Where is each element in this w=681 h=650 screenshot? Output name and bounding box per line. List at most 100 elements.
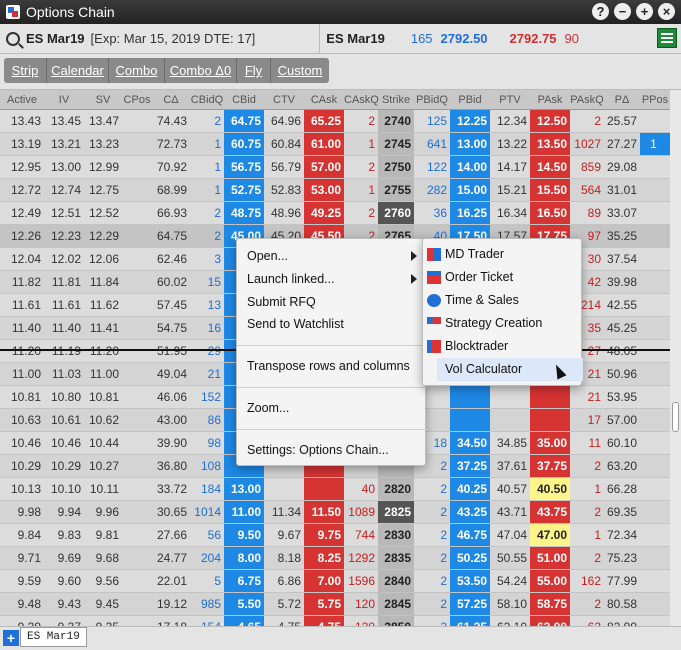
table-cell[interactable]: 60.10 [604, 432, 640, 454]
close-icon[interactable]: × [658, 3, 675, 20]
table-cell[interactable]: 2 [344, 110, 378, 132]
table-cell[interactable]: 72.73 [152, 133, 190, 155]
table-cell[interactable]: 37.54 [604, 248, 640, 270]
table-cell[interactable]: 33.07 [604, 202, 640, 224]
table-cell[interactable]: 12.29 [84, 225, 122, 247]
table-cell[interactable]: 51.00 [530, 547, 570, 569]
table-cell[interactable] [640, 501, 670, 523]
table-cell[interactable] [490, 386, 530, 408]
table-cell[interactable]: 8.18 [264, 547, 304, 569]
table-cell[interactable]: 46.75 [450, 524, 490, 546]
table-cell[interactable]: 5 [190, 570, 224, 592]
table-cell[interactable] [450, 409, 490, 431]
table-cell[interactable]: 10.29 [44, 455, 84, 477]
table-cell[interactable]: 13.00 [44, 156, 84, 178]
table-cell[interactable]: 13.21 [44, 133, 84, 155]
column-header-1[interactable]: IV [44, 90, 84, 110]
table-cell[interactable]: 10.11 [84, 478, 122, 500]
table-cell[interactable]: 9.50 [224, 524, 264, 546]
table-cell[interactable]: 15.50 [530, 179, 570, 201]
table-cell[interactable]: 75.23 [604, 547, 640, 569]
table-cell[interactable]: 45.25 [604, 317, 640, 339]
table-cell[interactable] [640, 547, 670, 569]
table-cell[interactable] [640, 386, 670, 408]
table-row[interactable]: 10.13 10.10 10.11 33.72 184 13.00 40 2820 2 40.25… [0, 478, 670, 501]
table-cell[interactable]: 9.60 [44, 570, 84, 592]
table-cell[interactable] [122, 570, 152, 592]
table-cell[interactable]: 60.75 [224, 133, 264, 155]
table-cell[interactable]: 57.00 [304, 156, 344, 178]
table-cell[interactable]: 1292 [344, 547, 378, 569]
table-cell[interactable]: 12.95 [0, 156, 44, 178]
submenu-item-4[interactable]: Blocktrader [423, 335, 583, 358]
table-cell[interactable]: 46.06 [152, 386, 190, 408]
table-cell[interactable] [640, 570, 670, 592]
table-cell[interactable] [640, 248, 670, 270]
table-cell[interactable]: 2 [570, 110, 604, 132]
column-header-14[interactable]: PAsk [530, 90, 570, 110]
table-cell[interactable]: 4.65 [224, 616, 264, 626]
table-cell[interactable]: 2 [414, 616, 450, 626]
table-row[interactable]: 12.72 12.74 12.75 68.99 1 52.75 52.83 53.00 1 275… [0, 179, 670, 202]
table-cell[interactable]: 9.94 [44, 501, 84, 523]
table-cell[interactable] [640, 225, 670, 247]
table-cell[interactable]: 52.75 [224, 179, 264, 201]
table-cell[interactable]: 1 [344, 179, 378, 201]
menu-item-3[interactable]: Send to Watchlist [237, 313, 427, 335]
strategy-tab-1[interactable]: Calendar [47, 58, 109, 83]
table-cell[interactable]: 9.39 [0, 616, 44, 626]
table-cell[interactable] [122, 409, 152, 431]
strategy-tab-3[interactable]: Combo Δ0 [165, 58, 237, 83]
table-cell[interactable]: 82.99 [604, 616, 640, 626]
table-cell[interactable]: 2845 [378, 593, 414, 615]
table-cell[interactable]: 13.00 [224, 478, 264, 500]
column-header-4[interactable]: CΔ [152, 90, 190, 110]
table-cell[interactable]: 1 [640, 133, 670, 155]
table-cell[interactable] [122, 593, 152, 615]
table-cell[interactable]: 66.28 [604, 478, 640, 500]
table-cell[interactable]: 11.82 [0, 271, 44, 293]
table-cell[interactable]: 61.00 [304, 133, 344, 155]
table-cell[interactable] [490, 409, 530, 431]
table-cell[interactable] [122, 248, 152, 270]
table-cell[interactable]: 3 [190, 248, 224, 270]
table-cell[interactable]: 17 [570, 409, 604, 431]
table-cell[interactable]: 1 [570, 478, 604, 500]
table-cell[interactable]: 6.86 [264, 570, 304, 592]
table-cell[interactable]: 154 [190, 616, 224, 626]
table-cell[interactable]: 57.00 [604, 409, 640, 431]
table-cell[interactable]: 12.51 [44, 202, 84, 224]
table-cell[interactable]: 74.43 [152, 110, 190, 132]
table-cell[interactable]: 11.84 [84, 271, 122, 293]
table-cell[interactable]: 11.19 [44, 340, 84, 362]
table-cell[interactable]: 60.02 [152, 271, 190, 293]
table-cell[interactable]: 12.06 [84, 248, 122, 270]
table-row[interactable]: 13.19 13.21 13.23 72.73 1 60.75 60.84 61.00 1 274… [0, 133, 670, 156]
table-cell[interactable]: 1596 [344, 570, 378, 592]
column-header-9[interactable]: CAskQ [344, 90, 379, 110]
table-cell[interactable]: 56 [190, 524, 224, 546]
table-cell[interactable]: 42.55 [604, 294, 640, 316]
table-cell[interactable]: 64.96 [264, 110, 304, 132]
column-header-16[interactable]: PΔ [604, 90, 640, 110]
table-cell[interactable]: 9.84 [0, 524, 44, 546]
table-cell[interactable]: 2825 [378, 501, 414, 523]
table-cell[interactable]: 14.50 [530, 156, 570, 178]
table-cell[interactable]: 43.25 [450, 501, 490, 523]
table-cell[interactable] [122, 455, 152, 477]
submenu-item-2[interactable]: Time & Sales [423, 289, 583, 312]
table-cell[interactable]: 68.99 [152, 179, 190, 201]
table-cell[interactable]: 11 [570, 432, 604, 454]
strategy-tab-0[interactable]: Strip [4, 58, 47, 83]
table-cell[interactable]: 66.93 [152, 202, 190, 224]
table-cell[interactable]: 47.00 [530, 524, 570, 546]
table-cell[interactable]: 49.04 [152, 363, 190, 385]
table-cell[interactable]: 204 [190, 547, 224, 569]
table-cell[interactable]: 2 [190, 225, 224, 247]
table-cell[interactable]: 11.00 [84, 363, 122, 385]
column-header-15[interactable]: PAskQ [570, 90, 604, 110]
menu-item-2[interactable]: Submit RFQ [237, 291, 427, 313]
help-icon[interactable]: ? [592, 3, 609, 20]
table-cell[interactable]: 9.98 [0, 501, 44, 523]
table-cell[interactable]: 49.25 [304, 202, 344, 224]
